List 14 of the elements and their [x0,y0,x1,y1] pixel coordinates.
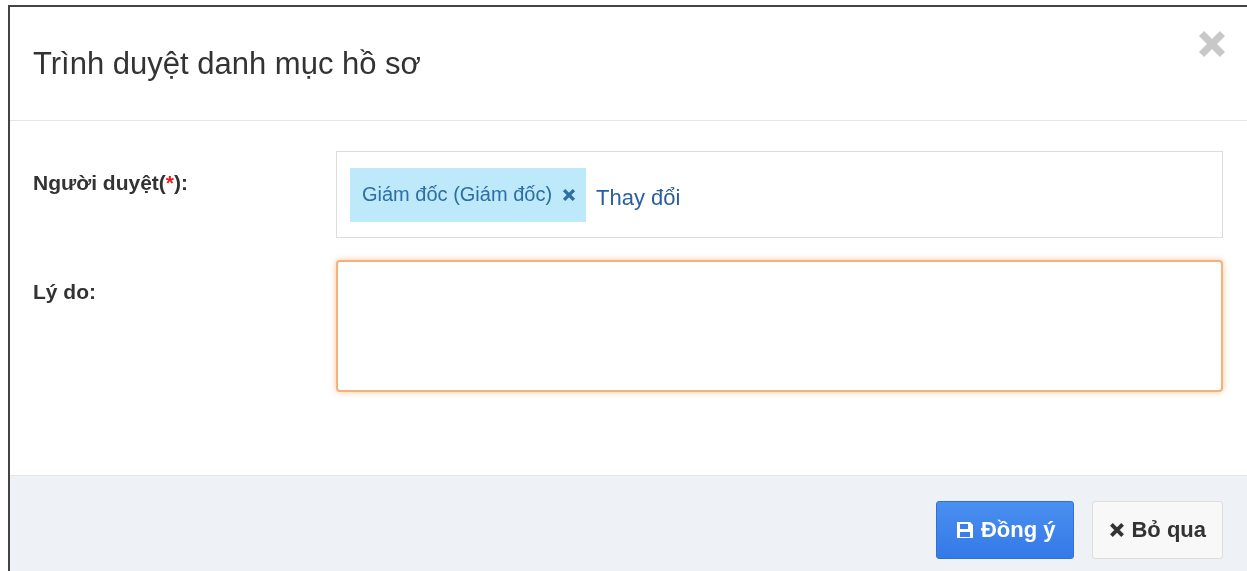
reason-textarea[interactable] [336,260,1223,392]
dialog-title: Trình duyệt danh mục hồ sơ [33,45,421,82]
confirm-button[interactable]: Đồng ý [935,500,1075,559]
field-label: Người duyệt(*): [33,170,189,195]
change-link[interactable]: Thay đổi [596,184,681,211]
field-label: Lý do: [33,279,97,304]
remove-icon [562,187,577,202]
close-button[interactable] [1197,29,1227,59]
close-icon [1197,29,1227,59]
tag-text: Giám đốc (Giám đốc) [362,183,553,206]
close-icon [1109,521,1126,538]
remove-tag-button[interactable] [562,187,577,202]
approver-field[interactable]: Giám đốc (Giám đốc) Thay đổi [336,151,1223,238]
cancel-button[interactable]: Bỏ qua [1092,500,1223,559]
